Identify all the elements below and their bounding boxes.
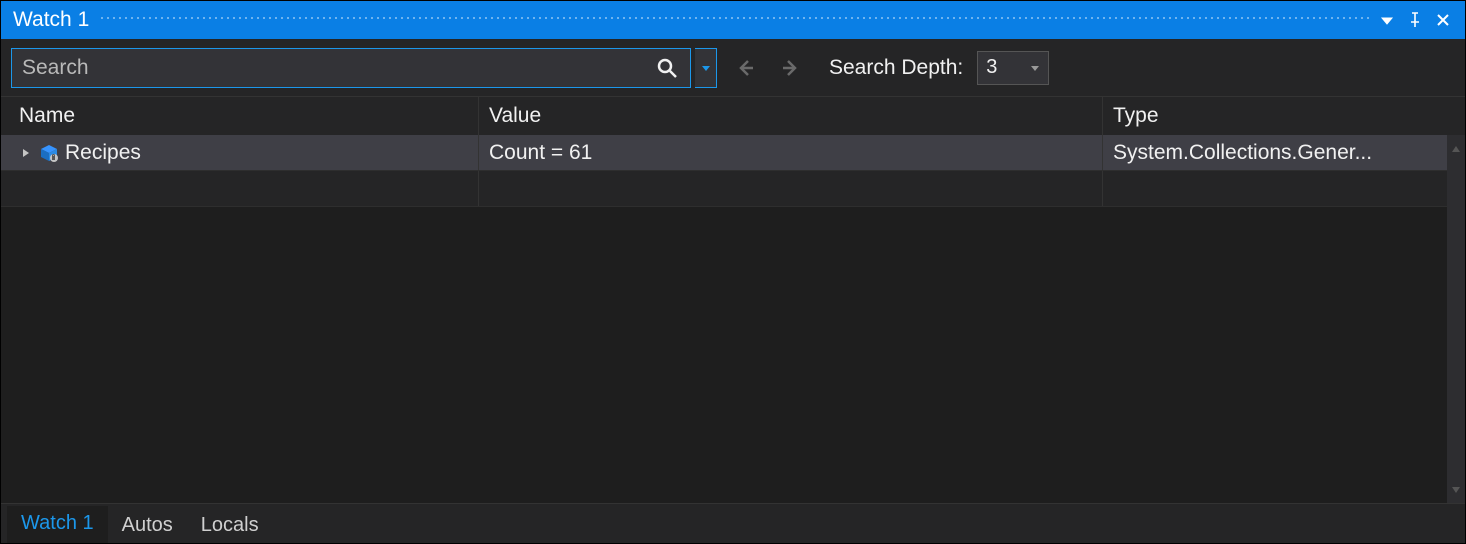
tab-watch1[interactable]: Watch 1	[7, 506, 108, 543]
watch-grid: Name Value Type	[1, 97, 1465, 503]
arrow-left-icon	[734, 57, 756, 79]
tab-autos[interactable]: Autos	[108, 508, 187, 543]
grid-header: Name Value Type	[1, 97, 1465, 135]
pin-button[interactable]	[1401, 6, 1429, 34]
search-next-button[interactable]	[773, 50, 809, 86]
arrow-right-icon	[780, 57, 802, 79]
new-watch-row[interactable]	[1, 171, 1465, 207]
watch-window: Watch 1	[0, 0, 1466, 544]
triangle-right-icon	[21, 148, 31, 158]
cell-type[interactable]: System.Collections.Gener...	[1103, 135, 1465, 170]
search-depth-select[interactable]: 3	[977, 51, 1049, 85]
search-options-dropdown[interactable]	[695, 48, 717, 88]
close-button[interactable]	[1429, 6, 1457, 34]
column-header-value[interactable]: Value	[479, 97, 1103, 135]
vertical-scrollbar[interactable]	[1447, 135, 1465, 503]
search-field-wrap	[11, 48, 691, 88]
row-name-text: Recipes	[65, 141, 141, 165]
chevron-down-icon	[1030, 63, 1040, 73]
search-input[interactable]	[12, 49, 644, 87]
search-icon	[656, 57, 678, 79]
object-icon	[39, 143, 59, 163]
search-prev-button[interactable]	[727, 50, 763, 86]
window-title: Watch 1	[13, 8, 89, 32]
column-header-type[interactable]: Type	[1103, 97, 1465, 135]
cell-name[interactable]	[1, 171, 479, 206]
expand-toggle[interactable]	[19, 146, 33, 160]
tab-locals[interactable]: Locals	[187, 508, 273, 543]
toolbar: Search Depth: 3	[1, 39, 1465, 97]
cube-icon	[39, 143, 59, 163]
titlebar[interactable]: Watch 1	[1, 1, 1465, 39]
search-button[interactable]	[644, 49, 690, 87]
cell-type	[1103, 171, 1465, 206]
window-options-button[interactable]	[1373, 6, 1401, 34]
chevron-down-icon	[701, 63, 711, 73]
cell-value[interactable]: Count = 61	[479, 135, 1103, 170]
grid-body: Recipes Count = 61 System.Collections.Ge…	[1, 135, 1465, 503]
search-depth-value: 3	[986, 56, 997, 79]
cell-value	[479, 171, 1103, 206]
titlebar-grip[interactable]	[99, 1, 1373, 39]
table-row[interactable]: Recipes Count = 61 System.Collections.Ge…	[1, 135, 1465, 171]
scroll-down-icon[interactable]	[1451, 478, 1461, 501]
search-depth-label: Search Depth:	[829, 56, 963, 80]
column-header-name[interactable]: Name	[1, 97, 479, 135]
cell-name[interactable]: Recipes	[1, 135, 479, 170]
scroll-up-icon[interactable]	[1451, 137, 1461, 160]
bottom-tabstrip: Watch 1 Autos Locals	[1, 503, 1465, 543]
